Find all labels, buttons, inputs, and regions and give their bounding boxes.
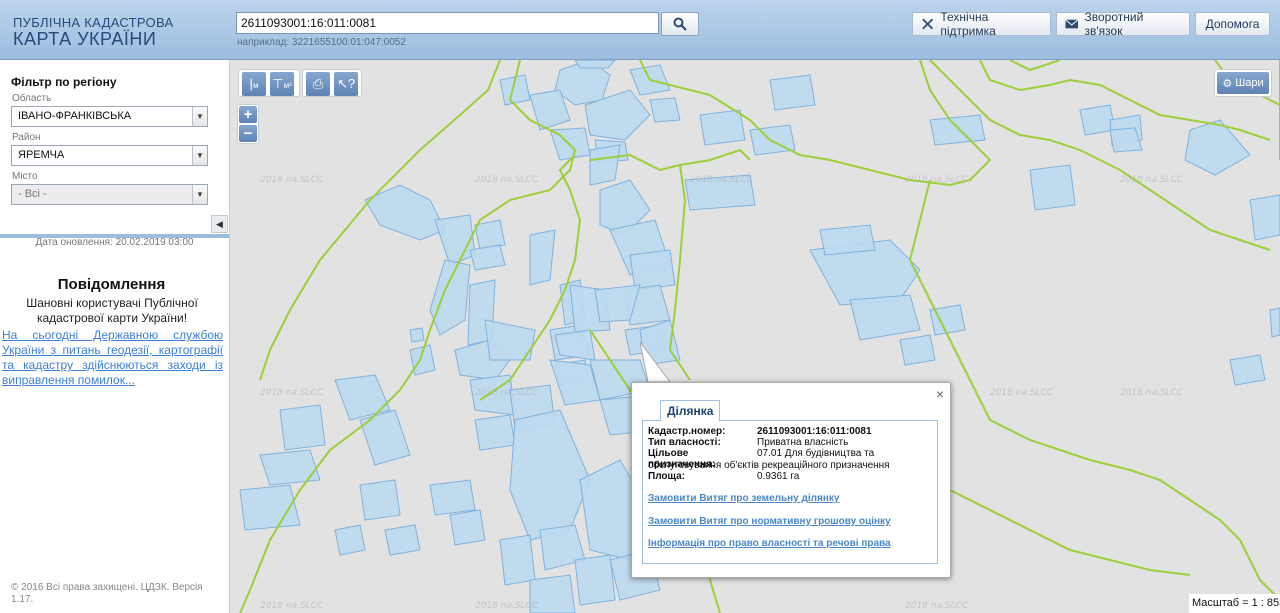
- info-value: 07.01 Для будівництва та обслуговування …: [648, 448, 890, 471]
- watermark: 2018 na.SLCC: [475, 601, 539, 611]
- order-valuation-link[interactable]: Замовити Витяг про нормативну грошову оц…: [648, 516, 891, 527]
- cursor-question-icon: ↖?: [336, 76, 356, 91]
- watermark: 2018 na.SLCC: [260, 388, 324, 398]
- watermark: 2018 na.SLCC: [475, 175, 539, 185]
- district-value: ЯРЕМЧА: [18, 149, 65, 161]
- zoom-control: + −: [237, 104, 259, 144]
- map-canvas[interactable]: 2018 na.SLCC 2018 na.SLCC 2018 na.SLCC 2…: [230, 60, 1280, 613]
- help-button[interactable]: Допомога: [1195, 12, 1270, 36]
- gear-icon: ⚙: [1222, 77, 1233, 90]
- city-select[interactable]: - Всі - ▼: [11, 184, 208, 205]
- logo-line1: ПУБЛІЧНА КАДАСТРОВА: [13, 15, 174, 30]
- info-value: 0.9361 га: [757, 471, 800, 482]
- header: ПУБЛІЧНА КАДАСТРОВА КАРТА УКРАЇНИ 261109…: [0, 0, 1280, 60]
- layers-label: Шари: [1235, 77, 1264, 89]
- chevron-down-icon: ▼: [192, 185, 207, 204]
- search-button[interactable]: [661, 12, 699, 36]
- watermark: 2018 na.SLCC: [990, 388, 1054, 398]
- notice-text: Шановні користувачі Публічної кадастрово…: [26, 296, 198, 325]
- layers-button[interactable]: ⚙ Шари: [1214, 69, 1272, 97]
- chevron-down-icon: ▼: [192, 146, 207, 165]
- region-select[interactable]: ІВАНО-ФРАНКІВСЬКА ▼: [11, 106, 208, 127]
- support-button[interactable]: Технічна підтримка: [912, 10, 1051, 38]
- info-key: Тип власності:: [648, 437, 721, 448]
- order-extract-link[interactable]: Замовити Витяг про земельну ділянку: [648, 493, 839, 504]
- sidebar: Фільтр по регіону Область ІВАНО-ФРАНКІВС…: [0, 60, 230, 613]
- zoom-out-button[interactable]: −: [239, 125, 257, 142]
- watermark: 2018 na.SLCC: [690, 175, 754, 185]
- watermark: 2018 na.SLCC: [1120, 175, 1184, 185]
- tools-icon: [922, 18, 934, 30]
- collapse-sidebar-button[interactable]: ◀: [211, 215, 228, 233]
- city-value: - Всі -: [18, 188, 47, 200]
- watermark: 2018 na.SLCC: [475, 388, 539, 398]
- watermark: 2018 na.SLCC: [905, 175, 969, 185]
- chevron-down-icon: ▼: [192, 107, 207, 126]
- distance-unit: м: [252, 81, 259, 90]
- support-label: Технічна підтримка: [940, 10, 996, 38]
- feedback-button[interactable]: Зворотний зв'язок: [1056, 10, 1190, 38]
- parcel-info-panel: Кадастр.номер: 2611093001:16:011:0081 Ти…: [642, 420, 938, 564]
- area-icon: ⊤: [272, 76, 284, 91]
- search-icon: [673, 17, 687, 31]
- action-toolbar: ⎙ ↖?: [302, 69, 362, 97]
- info-key: Кадастр.номер:: [648, 426, 726, 437]
- tab-parcel[interactable]: Ділянка: [660, 400, 721, 421]
- search-hint: наприклад: 3221655100:01:047:0052: [237, 37, 406, 48]
- identify-button[interactable]: ↖?: [334, 72, 358, 96]
- measure-area-button[interactable]: ⊤м²: [270, 72, 294, 96]
- region-value: ІВАНО-ФРАНКІВСЬКА: [18, 110, 132, 122]
- watermark: 2018 na.SLCC: [1120, 388, 1184, 398]
- notice-link[interactable]: На сьогодні Державною службою України з …: [2, 328, 223, 388]
- ownership-info-link[interactable]: Інформація про право власності та речові…: [648, 538, 891, 549]
- filter-title: Фільтр по регіону: [11, 75, 117, 89]
- parcel-popup: × Ділянка Кадастр.номер: 2611093001:16:0…: [631, 382, 951, 578]
- help-label: Допомога: [1205, 17, 1260, 31]
- print-button[interactable]: ⎙: [306, 72, 330, 96]
- feedback-label: Зворотний зв'язок: [1084, 10, 1144, 38]
- scale-indicator: Масштаб = 1 : 8531: [1189, 594, 1280, 613]
- envelope-icon: [1065, 19, 1079, 29]
- watermark: 2018 na.SLCC: [260, 601, 324, 611]
- notice-title: Повідомлення: [57, 276, 166, 293]
- update-date: Дата оновлення: 20.02.2019 03:00: [35, 237, 194, 248]
- district-label: Район: [12, 132, 41, 143]
- zoom-in-button[interactable]: +: [239, 106, 257, 123]
- measure-toolbar: |м ⊤м²: [238, 69, 300, 97]
- city-label: Місто: [12, 171, 38, 182]
- close-icon[interactable]: ×: [936, 386, 944, 402]
- logo-line2: КАРТА УКРАЇНИ: [13, 29, 157, 49]
- watermark: 2018 na.SLCC: [260, 175, 324, 185]
- watermark: 2018 na.SLCC: [905, 601, 969, 611]
- printer-icon: ⎙: [312, 76, 324, 91]
- info-key: Площа:: [648, 471, 685, 482]
- area-unit: м²: [283, 81, 292, 90]
- region-label: Область: [12, 93, 52, 104]
- measure-distance-button[interactable]: |м: [242, 72, 266, 96]
- footer-copyright: © 2016 Всі права захищені. ЦДЗК. Версія …: [11, 582, 203, 605]
- search-input[interactable]: 2611093001:16:011:0081: [236, 12, 659, 34]
- district-select[interactable]: ЯРЕМЧА ▼: [11, 145, 208, 166]
